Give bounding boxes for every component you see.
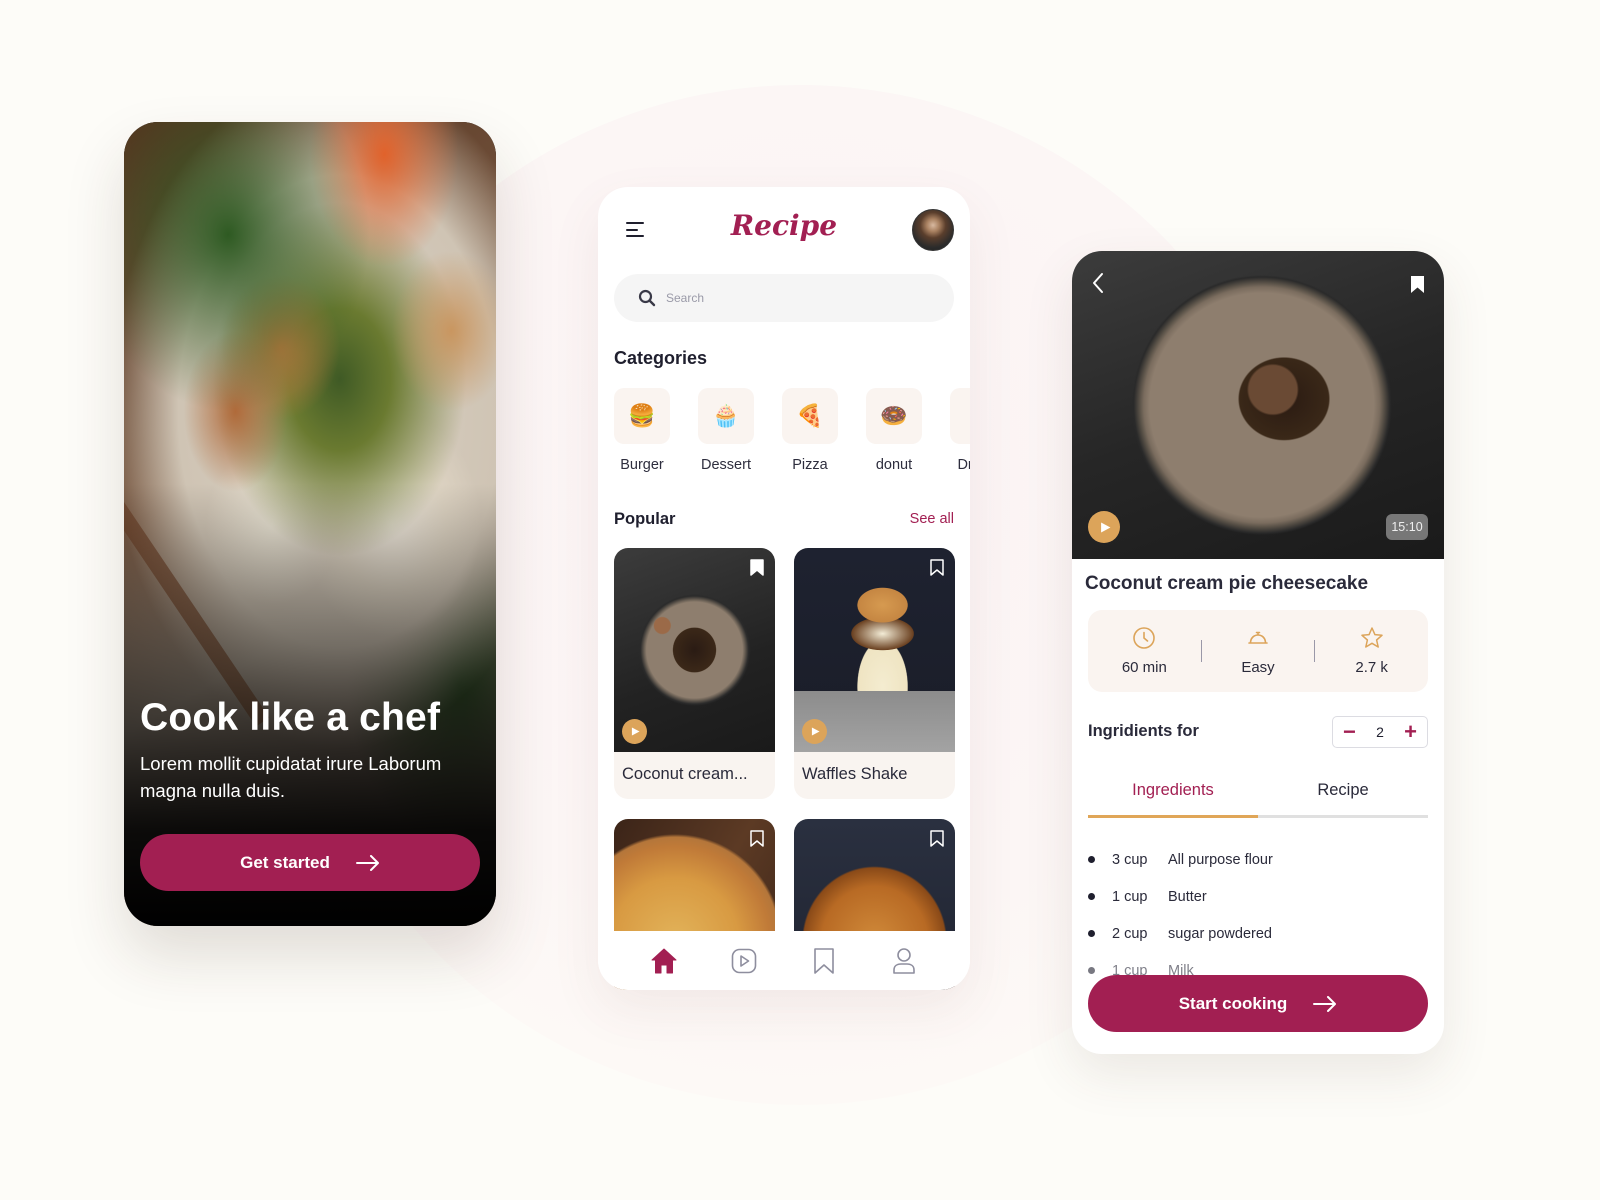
arrow-right-icon — [355, 854, 379, 871]
clock-icon — [1133, 627, 1156, 649]
nav-saved[interactable] — [809, 947, 839, 977]
get-started-label: Get started — [240, 852, 330, 872]
increment-button[interactable]: + — [1404, 721, 1417, 743]
onboarding-title: Cook like a chef — [140, 696, 441, 739]
nav-profile[interactable] — [889, 947, 919, 977]
category-label: Dessert — [701, 457, 751, 473]
ingredient-qty: 3 cup — [1112, 851, 1148, 868]
onboarding-screen: Cook like a chef Lorem mollit cupidatat … — [124, 122, 496, 926]
bookmark-filled-icon[interactable] — [1410, 275, 1425, 294]
tab-recipe[interactable]: Recipe — [1258, 781, 1428, 819]
tab-ingredients[interactable]: Ingredients — [1088, 781, 1258, 819]
recipe-name: Waffles Shake — [802, 765, 908, 783]
active-tab-indicator — [1088, 815, 1258, 818]
category-burger[interactable]: 🍔 Burger — [614, 388, 670, 473]
recipe-card[interactable]: Waffles Shake — [794, 548, 955, 799]
play-icon — [731, 948, 757, 974]
recipe-card[interactable]: Coconut cream... — [614, 548, 775, 799]
video-duration: 15:10 — [1386, 514, 1428, 540]
category-pizza[interactable]: 🍕 Pizza — [782, 388, 838, 473]
category-drinks[interactable]: 🥤 Drinks — [950, 388, 970, 473]
recipe-detail-screen: 15:10 Coconut cream pie cheesecake 60 mi… — [1072, 251, 1444, 1054]
recipe-name: Coconut cream... — [622, 765, 748, 783]
category-dessert[interactable]: 🧁 Dessert — [698, 388, 754, 473]
see-all-link[interactable]: See all — [910, 511, 954, 527]
burger-icon: 🍔 — [614, 388, 670, 444]
popular-heading: Popular — [614, 510, 676, 528]
bottom-nav — [598, 931, 970, 990]
ingredient-name: sugar powdered — [1168, 925, 1272, 942]
stat-rating: 2.7 k — [1315, 626, 1428, 676]
search-bar[interactable] — [614, 274, 954, 322]
star-icon — [1360, 627, 1383, 648]
donut-icon: 🍩 — [866, 388, 922, 444]
category-label: Drinks — [957, 457, 970, 473]
cloche-icon — [1248, 631, 1268, 644]
bookmark-outline-icon[interactable] — [930, 559, 944, 576]
ingredient-item: 1 cup Butter — [1088, 878, 1428, 915]
play-video-button[interactable] — [1088, 511, 1120, 543]
back-chevron-icon[interactable] — [1090, 271, 1106, 295]
start-cooking-label: Start cooking — [1178, 993, 1288, 1013]
servings-value: 2 — [1376, 724, 1384, 740]
categories-heading: Categories — [614, 348, 708, 368]
bullet — [1088, 967, 1095, 974]
nav-videos[interactable] — [729, 947, 759, 977]
stat-difficulty: Easy — [1202, 626, 1315, 676]
dark-gradient-overlay — [124, 122, 496, 926]
detail-tabs: Ingredients Recipe — [1088, 781, 1428, 819]
recipe-title: Coconut cream pie cheesecake — [1085, 573, 1369, 594]
ingredient-name: All purpose flour — [1168, 851, 1273, 868]
category-label: Burger — [620, 457, 664, 473]
bullet — [1088, 893, 1095, 900]
home-screen: Recipe Categories 🍔 Burger 🧁 Dessert 🍕 P… — [598, 187, 970, 990]
ingredient-qty: 2 cup — [1112, 925, 1148, 942]
stat-value: 2.7 k — [1355, 659, 1388, 676]
category-donut[interactable]: 🍩 donut — [866, 388, 922, 473]
home-header: Recipe — [598, 187, 970, 267]
bookmark-outline-icon[interactable] — [750, 830, 764, 847]
category-label: donut — [875, 457, 913, 473]
play-video-button[interactable] — [622, 719, 647, 744]
recipe-stats: 60 min Easy 2.7 k — [1088, 610, 1428, 692]
get-started-button[interactable]: Get started — [140, 834, 480, 891]
onboarding-subtitle: Lorem mollit cupidatat irure Laborum mag… — [140, 753, 442, 801]
search-icon — [638, 289, 656, 307]
pizza-icon: 🍕 — [782, 388, 838, 444]
decrement-button[interactable]: − — [1343, 721, 1356, 743]
stat-value: Easy — [1241, 659, 1275, 676]
stat-time: 60 min — [1088, 626, 1201, 676]
stat-value: 60 min — [1121, 659, 1167, 676]
category-list: 🍔 Burger 🧁 Dessert 🍕 Pizza 🍩 donut 🥤 Dri… — [614, 388, 970, 473]
bullet — [1088, 930, 1095, 937]
play-video-button[interactable] — [802, 719, 827, 744]
drink-icon: 🥤 — [950, 388, 970, 444]
ingredient-qty: 1 cup — [1112, 888, 1148, 905]
play-icon — [811, 727, 820, 736]
ingredient-item: 3 cup All purpose flour — [1088, 841, 1428, 878]
ingredients-for-label: Ingridients for — [1088, 722, 1199, 740]
arrow-right-icon — [1313, 995, 1337, 1012]
play-icon — [1100, 522, 1110, 532]
bookmark-icon — [814, 948, 834, 974]
ingredient-name: Butter — [1168, 888, 1207, 905]
home-icon — [651, 948, 677, 974]
ingredient-item: 2 cup sugar powdered — [1088, 915, 1428, 952]
bullet — [1088, 856, 1095, 863]
recipe-hero-image — [1072, 251, 1444, 559]
user-icon — [893, 948, 915, 974]
servings-stepper: − 2 + — [1332, 716, 1428, 748]
cupcake-icon: 🧁 — [698, 388, 754, 444]
search-input[interactable] — [666, 291, 916, 305]
bookmark-filled-icon[interactable] — [750, 559, 764, 576]
category-label: Pizza — [792, 457, 828, 473]
start-cooking-button[interactable]: Start cooking — [1088, 975, 1428, 1032]
user-avatar[interactable] — [912, 209, 954, 251]
nav-home[interactable] — [649, 947, 679, 977]
bookmark-outline-icon[interactable] — [930, 830, 944, 847]
play-icon — [631, 727, 640, 736]
